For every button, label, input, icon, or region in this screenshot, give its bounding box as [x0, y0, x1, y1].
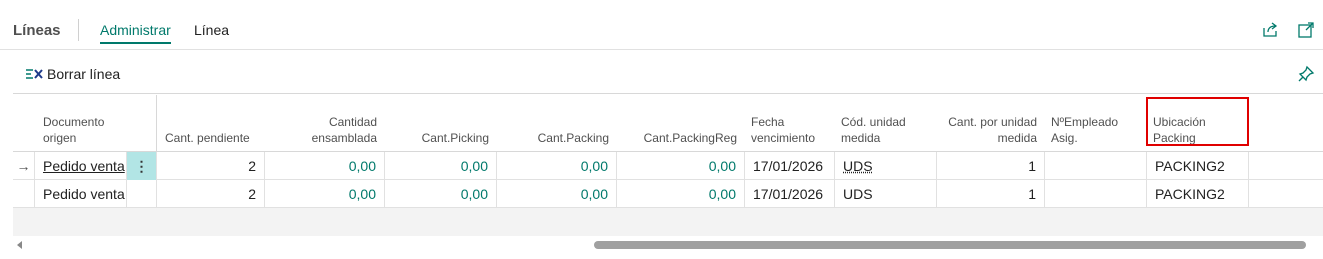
tab-administrar[interactable]: Administrar: [100, 22, 171, 44]
scrollbar-thumb[interactable]: [594, 241, 1306, 249]
row-actions-icon[interactable]: ⋮: [127, 152, 157, 180]
title-divider: [78, 19, 79, 41]
share-icon[interactable]: [1261, 21, 1279, 39]
part-title: Líneas: [13, 22, 61, 39]
table-row[interactable]: → Pedido venta ⋮ 2 0,00 0,00 0,00 0,00 1…: [13, 152, 1323, 180]
col-header-qty-per-uom[interactable]: Cant. por unidad medida: [937, 95, 1045, 152]
cell-uom[interactable]: UDS: [835, 180, 937, 208]
cell-qty-per-uom[interactable]: 1: [937, 152, 1045, 180]
delete-line-label: Borrar línea: [47, 66, 121, 82]
cell-packing[interactable]: 0,00: [497, 152, 617, 180]
uom-value[interactable]: UDS: [843, 158, 873, 174]
horizontal-scrollbar[interactable]: [13, 238, 1323, 252]
grid-empty-area: [13, 208, 1323, 236]
cell-assembled[interactable]: 0,00: [265, 180, 385, 208]
col-header-packing-reg[interactable]: Cant.PackingReg: [617, 95, 745, 152]
doc-origin-link[interactable]: Pedido venta: [43, 158, 125, 174]
col-header-employee[interactable]: NºEmpleado Asig.: [1043, 95, 1147, 152]
delete-line-icon: [26, 69, 43, 79]
cell-location[interactable]: PACKING2: [1147, 152, 1249, 180]
highlight-box: [1146, 97, 1249, 146]
row-selected-arrow-icon: →: [13, 152, 35, 180]
col-header-doc-origin[interactable]: Documento origen: [35, 95, 141, 152]
pin-icon[interactable]: [1297, 65, 1315, 83]
cell-employee[interactable]: [1045, 152, 1147, 180]
cell-packing[interactable]: 0,00: [497, 180, 617, 208]
tab-linea[interactable]: Línea: [194, 22, 229, 42]
table-row[interactable]: Pedido venta 2 0,00 0,00 0,00 0,00 17/01…: [13, 180, 1323, 208]
col-header-pending[interactable]: Cant. pendiente: [157, 95, 265, 152]
cell-picking[interactable]: 0,00: [385, 180, 497, 208]
part-header: Líneas Administrar Línea: [0, 0, 1323, 50]
cell-packing-reg[interactable]: 0,00: [617, 152, 745, 180]
cell-qty-per-uom[interactable]: 1: [937, 180, 1045, 208]
cell-employee[interactable]: [1045, 180, 1147, 208]
cell-assembled[interactable]: 0,00: [265, 152, 385, 180]
scroll-left-arrow-icon[interactable]: [17, 241, 22, 249]
row-actions-cell[interactable]: [127, 180, 157, 208]
cell-doc-origin[interactable]: Pedido venta: [35, 180, 127, 208]
delete-line-button[interactable]: Borrar línea: [25, 64, 120, 84]
cell-picking[interactable]: 0,00: [385, 152, 497, 180]
cell-due-date[interactable]: 17/01/2026: [745, 152, 835, 180]
col-header-uom[interactable]: Cód. unidad medida: [833, 95, 937, 152]
action-bar: Borrar línea: [13, 51, 1323, 94]
cell-due-date[interactable]: 17/01/2026: [745, 180, 835, 208]
col-header-due-date[interactable]: Fecha vencimiento: [743, 95, 835, 152]
col-header-assembled[interactable]: Cantidad ensamblada: [265, 95, 385, 152]
col-header-packing[interactable]: Cant.Packing: [497, 95, 617, 152]
cell-packing-reg[interactable]: 0,00: [617, 180, 745, 208]
cell-pending[interactable]: 2: [157, 180, 265, 208]
cell-doc-origin[interactable]: Pedido venta: [35, 152, 127, 180]
row-indicator: [13, 180, 35, 208]
expand-icon[interactable]: [1297, 21, 1315, 39]
cell-location[interactable]: PACKING2: [1147, 180, 1249, 208]
grid-header: Documento origen Cant. pendiente Cantida…: [13, 95, 1323, 152]
cell-pending[interactable]: 2: [157, 152, 265, 180]
col-header-picking[interactable]: Cant.Picking: [385, 95, 497, 152]
cell-uom[interactable]: UDS: [835, 152, 937, 180]
